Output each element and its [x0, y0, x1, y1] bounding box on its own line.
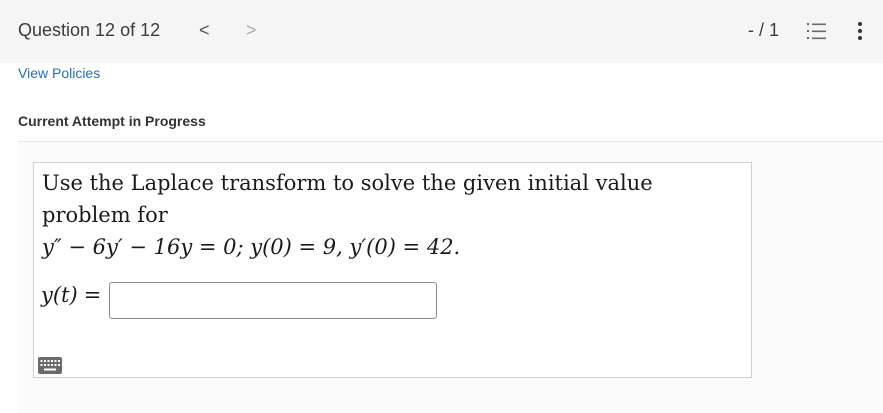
more-vertical-icon[interactable]: [853, 21, 867, 41]
list-icon[interactable]: [806, 21, 828, 41]
answer-equals-sign: =: [83, 283, 102, 307]
view-policies-link[interactable]: View Policies: [18, 65, 100, 81]
keyboard-icon[interactable]: [38, 357, 62, 374]
answer-input[interactable]: [109, 282, 437, 319]
question-text: Use the Laplace transform to solve the g…: [42, 171, 653, 227]
question-box: Use the Laplace transform to solve the g…: [33, 162, 752, 378]
next-question-button[interactable]: >: [246, 20, 257, 41]
question-counter: Question 12 of 12: [18, 20, 161, 40]
score-display: - / 1: [748, 20, 780, 40]
question-header: Question 12 of 12 < > - / 1: [0, 0, 883, 63]
answer-label: y(t) =: [41, 283, 101, 307]
question-prompt: Use the Laplace transform to solve the g…: [42, 167, 742, 263]
previous-question-button[interactable]: <: [199, 20, 210, 41]
question-equation: y″ − 6y′ − 16y = 0; y(0) = 9, y′(0) = 42…: [42, 235, 461, 259]
attempt-status: Current Attempt in Progress: [18, 113, 206, 129]
answer-label-text: y(t): [41, 283, 78, 307]
